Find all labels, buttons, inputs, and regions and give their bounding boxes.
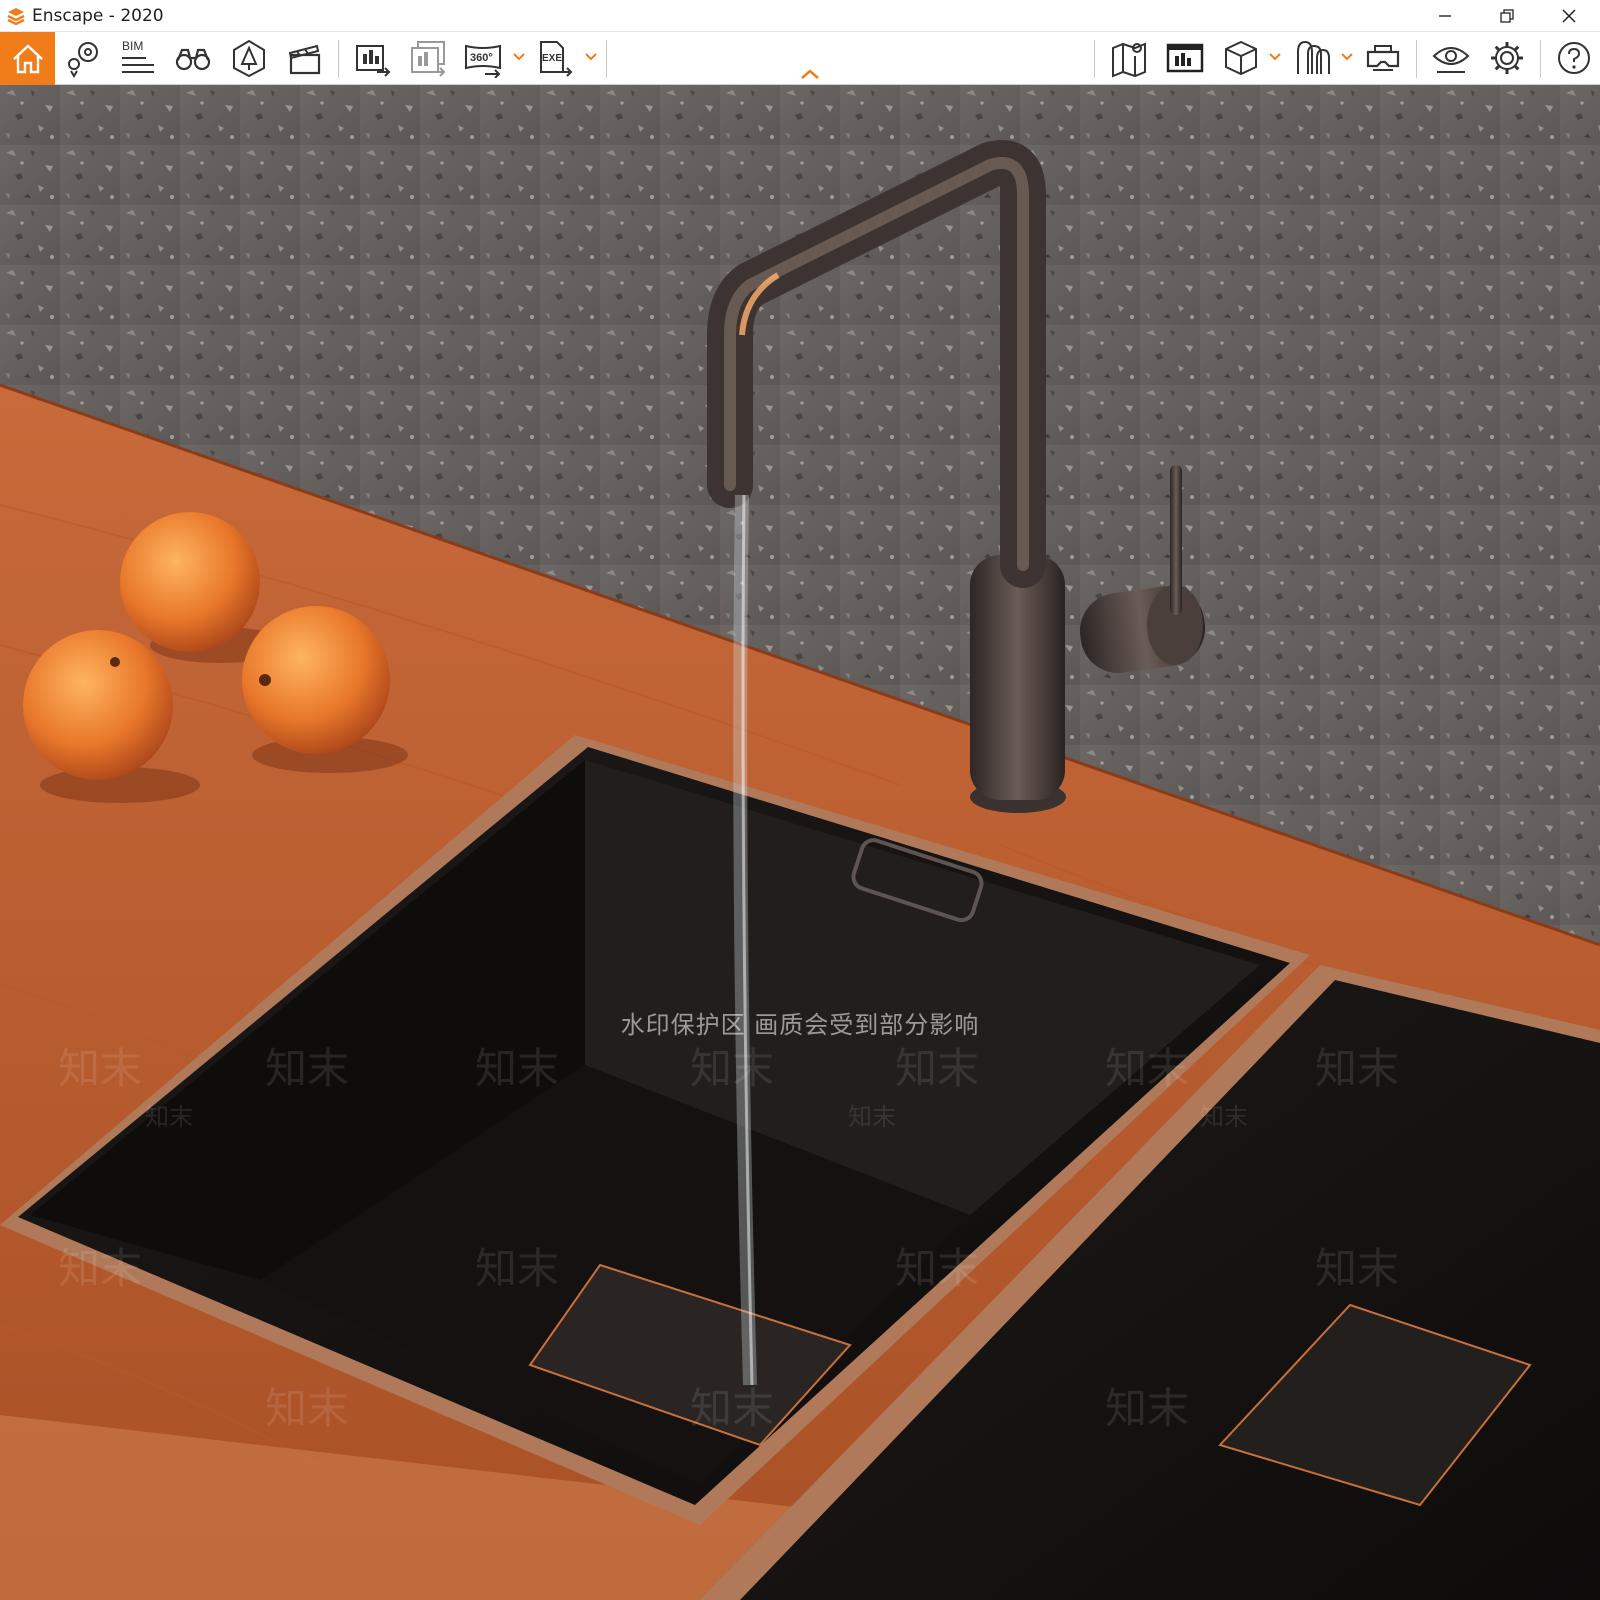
visual-settings-icon — [1432, 47, 1470, 73]
watermark-tile: 知末 — [690, 1044, 775, 1093]
vr-headset-icon — [1366, 45, 1400, 71]
batch-render-button[interactable] — [405, 36, 451, 80]
video-editor-button[interactable] — [282, 36, 328, 80]
watermark-tile-small: 知末 — [145, 1103, 193, 1131]
home-button[interactable] — [0, 32, 55, 85]
scene-render — [0, 85, 1600, 1600]
batch-render-icon — [411, 41, 446, 77]
site-context-icon — [233, 39, 265, 78]
help-icon — [1558, 42, 1590, 74]
material-editor-button[interactable] — [1290, 36, 1336, 80]
exe-export-button[interactable]: EXE — [532, 36, 578, 80]
enscape-window: Enscape - 2020 BIM 360° EXE 水印保护区 画质会受到部… — [0, 0, 1600, 1600]
screenshot-export-button[interactable] — [350, 36, 396, 80]
restore-icon — [1500, 8, 1514, 23]
chevron-down-icon — [513, 53, 525, 61]
minimize-button[interactable] — [1414, 0, 1476, 31]
watermark-tile-small: 知末 — [848, 1103, 896, 1131]
watermark-tile: 知末 — [1105, 1044, 1190, 1093]
views-button[interactable] — [60, 36, 106, 80]
chevron-down-icon — [1269, 53, 1281, 61]
window-title: Enscape - 2020 — [32, 5, 164, 26]
watermark-tile: 知末 — [58, 1244, 143, 1293]
bim-icon: BIM — [122, 39, 154, 73]
site-context-button[interactable] — [226, 36, 272, 80]
close-button[interactable] — [1538, 0, 1600, 31]
main-toolbar: BIM 360° EXE — [0, 31, 1600, 85]
watermark-tile-small: 知末 — [1200, 1103, 1248, 1131]
window-controls — [1414, 0, 1600, 31]
visual-settings-button[interactable] — [1428, 36, 1474, 80]
exe-export-icon: EXE — [540, 41, 573, 77]
watermark-tile: 知末 — [265, 1384, 350, 1433]
settings-button[interactable] — [1484, 36, 1530, 80]
panorama-label: 360° — [470, 52, 493, 64]
render-window-icon — [1166, 43, 1204, 73]
restore-button[interactable] — [1476, 0, 1538, 31]
bim-button[interactable]: BIM — [113, 36, 159, 80]
map-button[interactable] — [1106, 36, 1152, 80]
binoculars-button[interactable] — [170, 36, 216, 80]
toolbar-separator — [338, 40, 339, 78]
screenshot-export-icon — [356, 45, 391, 77]
asset-library-button[interactable] — [1218, 36, 1264, 80]
chevron-up-icon — [801, 69, 819, 79]
asset-library-dropdown-button[interactable] — [1268, 50, 1282, 64]
minimize-icon — [1439, 14, 1451, 17]
watermark-tile: 知末 — [895, 1044, 980, 1093]
watermark-tile: 知末 — [265, 1044, 350, 1093]
watermark-tile: 知末 — [475, 1044, 560, 1093]
binoculars-icon — [175, 48, 211, 71]
watermark-tile: 知末 — [1105, 1384, 1190, 1433]
title-bar: Enscape - 2020 — [0, 0, 1600, 31]
chevron-down-icon — [1341, 53, 1353, 61]
watermark-tile: 知末 — [690, 1384, 775, 1433]
help-button[interactable] — [1552, 36, 1596, 80]
enscape-logo-icon — [7, 7, 25, 25]
render-viewport[interactable]: 水印保护区 画质会受到部分影响 知末 知末 知末 知末 知末 知末 知末 知末 … — [0, 85, 1600, 1600]
toolbar-separator — [606, 40, 607, 78]
close-icon — [1562, 8, 1576, 23]
asset-library-icon — [1225, 40, 1257, 76]
panorama-icon: 360° — [465, 44, 501, 78]
panorama-dropdown-button[interactable] — [512, 50, 526, 64]
collapse-toolbar-button[interactable] — [798, 66, 822, 82]
watermark-tile: 知末 — [1315, 1244, 1400, 1293]
panorama-button[interactable]: 360° — [460, 36, 506, 80]
map-icon — [1112, 42, 1146, 78]
settings-icon — [1491, 42, 1523, 74]
video-editor-icon — [288, 44, 321, 75]
vr-headset-button[interactable] — [1360, 36, 1406, 80]
watermark-tile: 知末 — [895, 1244, 980, 1293]
toolbar-separator — [1540, 40, 1541, 78]
watermark-tile: 知末 — [1315, 1044, 1400, 1093]
bim-label: BIM — [122, 39, 143, 53]
material-dropdown-button[interactable] — [1340, 50, 1354, 64]
toolbar-separator — [1094, 40, 1095, 78]
watermark-tile: 知末 — [58, 1044, 143, 1093]
exe-label: EXE — [542, 53, 562, 64]
watermark-tile: 知末 — [475, 1244, 560, 1293]
views-icon — [68, 42, 98, 78]
material-editor-icon — [1297, 40, 1330, 74]
exe-dropdown-button[interactable] — [584, 50, 598, 64]
home-icon — [12, 43, 43, 73]
chevron-down-icon — [585, 53, 597, 61]
toolbar-separator — [1416, 40, 1417, 78]
render-window-button[interactable] — [1162, 36, 1208, 80]
